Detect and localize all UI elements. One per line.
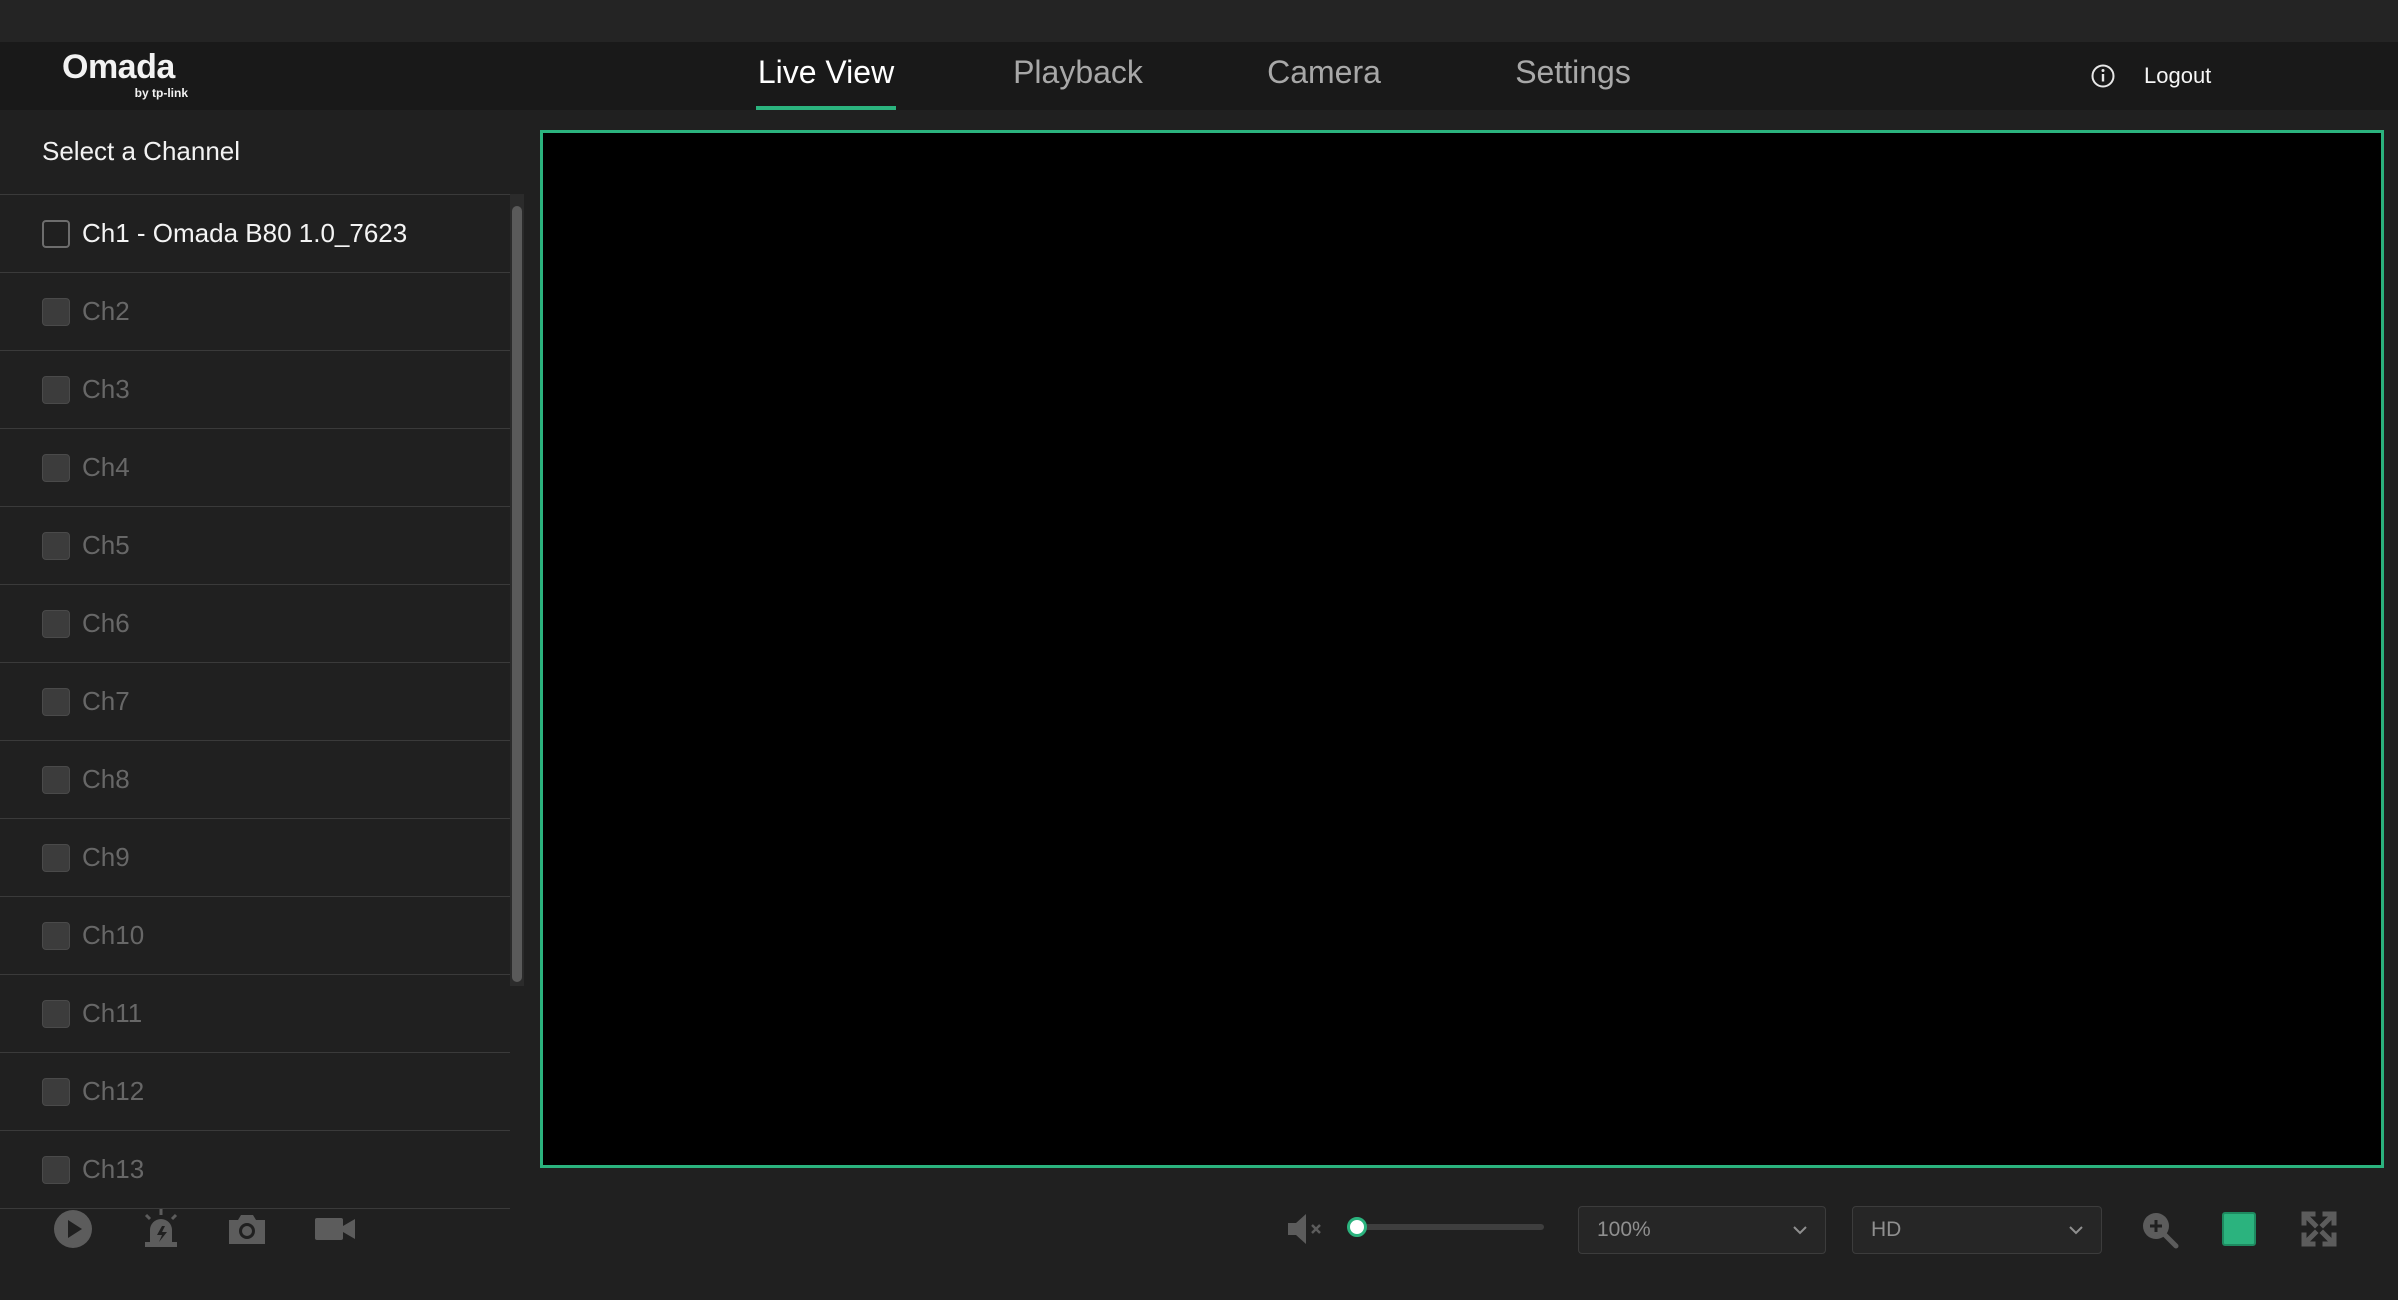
channel-item[interactable]: Ch12	[0, 1053, 510, 1131]
channel-list: Ch1 - Omada B80 1.0_7623 Ch2 Ch3 Ch4 Ch5…	[0, 194, 510, 1300]
tab-settings[interactable]: Settings	[1508, 54, 1638, 91]
channel-label: Ch13	[82, 1154, 145, 1184]
channel-item[interactable]: Ch2	[0, 273, 510, 351]
channel-checkbox[interactable]	[42, 765, 70, 794]
quality-select-value: HD	[1871, 1218, 1902, 1241]
chevron-down-icon	[1793, 1226, 1807, 1235]
channel-checkbox[interactable]	[42, 843, 70, 872]
tab-playback[interactable]: Playback	[1008, 54, 1148, 91]
sidebar-title: Select a Channel	[42, 136, 241, 166]
channel-item[interactable]: Ch6	[0, 585, 510, 663]
channel-checkbox[interactable]	[42, 375, 70, 404]
channel-label: Ch8	[82, 764, 130, 794]
channel-label: Ch2	[82, 296, 130, 326]
window-top-strip	[0, 0, 2398, 42]
scrollbar-thumb[interactable]	[512, 206, 522, 982]
snapshot-icon[interactable]	[224, 1206, 270, 1252]
channel-list-scrollbar[interactable]	[510, 194, 524, 986]
chevron-down-icon	[2069, 1226, 2083, 1235]
channel-label: Ch7	[82, 686, 130, 716]
channel-label: Ch9	[82, 842, 130, 872]
channel-checkbox[interactable]	[42, 453, 70, 482]
channel-checkbox[interactable]	[42, 297, 70, 326]
channel-sidebar: Select a Channel Ch1 - Omada B80 1.0_762…	[0, 110, 524, 1209]
channel-checkbox[interactable]	[42, 921, 70, 950]
channel-label: Ch11	[82, 998, 143, 1028]
channel-checkbox[interactable]	[42, 531, 70, 560]
channel-label: Ch3	[82, 374, 130, 404]
fullscreen-icon[interactable]	[2296, 1206, 2342, 1252]
volume-slider-track[interactable]	[1352, 1224, 1544, 1230]
channel-label: Ch1 - Omada B80 1.0_7623	[82, 218, 408, 248]
live-video-pane[interactable]	[540, 130, 2384, 1168]
info-circle-icon[interactable]	[2090, 63, 2116, 89]
zoom-in-icon[interactable]	[2136, 1206, 2182, 1252]
channel-label: Ch12	[82, 1076, 145, 1106]
channel-checkbox[interactable]	[42, 219, 70, 248]
omada-logo: Omada by tp-link	[62, 48, 192, 100]
logout-link[interactable]: Logout	[2144, 63, 2211, 89]
brand-sub: by tp-link	[134, 86, 188, 100]
channel-item[interactable]: Ch7	[0, 663, 510, 741]
quality-select[interactable]: HD	[1852, 1206, 2102, 1254]
volume-slider-handle[interactable]	[1347, 1217, 1367, 1237]
active-tab-indicator	[756, 106, 896, 110]
channel-item[interactable]: Ch4	[0, 429, 510, 507]
single-view-icon[interactable]	[2216, 1206, 2262, 1252]
record-icon[interactable]	[312, 1206, 358, 1252]
channel-checkbox[interactable]	[42, 687, 70, 716]
mute-icon[interactable]	[1282, 1206, 1328, 1252]
brand-name: Omada	[62, 48, 175, 86]
channel-label: Ch10	[82, 920, 145, 950]
channel-label: Ch5	[82, 530, 130, 560]
channel-checkbox[interactable]	[42, 1155, 70, 1184]
channel-checkbox[interactable]	[42, 609, 70, 638]
tab-live-view[interactable]: Live View	[756, 54, 896, 91]
zoom-select[interactable]: 100%	[1578, 1206, 1826, 1254]
channel-label: Ch4	[82, 452, 130, 482]
app-header: Omada by tp-link Live View Playback Came…	[0, 42, 2398, 110]
channel-item[interactable]: Ch11	[0, 975, 510, 1053]
channel-label: Ch6	[82, 608, 130, 638]
channel-checkbox[interactable]	[42, 999, 70, 1028]
header-actions: Logout	[2090, 54, 2211, 98]
channel-item[interactable]: Ch8	[0, 741, 510, 819]
channel-checkbox[interactable]	[42, 1077, 70, 1106]
channel-item[interactable]: Ch9	[0, 819, 510, 897]
channel-item[interactable]: Ch10	[0, 897, 510, 975]
zoom-select-value: 100%	[1597, 1218, 1651, 1241]
channel-item[interactable]: Ch1 - Omada B80 1.0_7623	[0, 195, 510, 273]
channel-item[interactable]: Ch5	[0, 507, 510, 585]
play-icon[interactable]	[50, 1206, 96, 1252]
channel-item[interactable]: Ch3	[0, 351, 510, 429]
alarm-icon[interactable]	[138, 1206, 184, 1252]
tab-camera[interactable]: Camera	[1262, 54, 1386, 91]
